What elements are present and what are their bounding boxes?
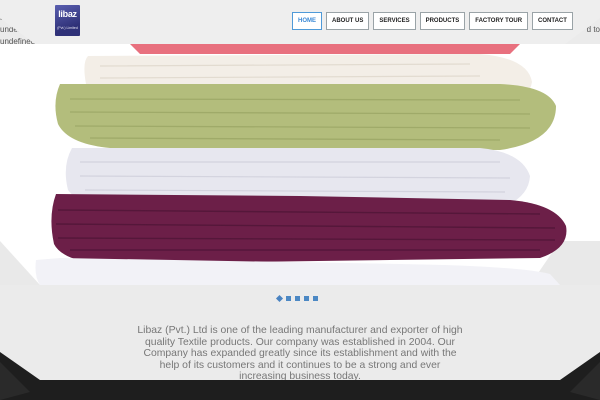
blanket-stack-image xyxy=(0,44,600,285)
site-header: libaz (Pvt.) Limited HOME ABOUT US SERVI… xyxy=(0,0,600,44)
slider-dot[interactable] xyxy=(275,294,284,303)
libaz-logo[interactable]: libaz (Pvt.) Limited xyxy=(55,5,80,36)
nav-services[interactable]: SERVICES xyxy=(373,12,416,30)
slider-dot[interactable] xyxy=(313,296,318,301)
slider-dot[interactable] xyxy=(286,296,291,301)
nav-home[interactable]: HOME xyxy=(292,12,322,30)
dark-footer-band xyxy=(0,352,600,400)
slider-dot[interactable] xyxy=(295,296,300,301)
logo-name: libaz xyxy=(58,9,77,19)
slider-pagination xyxy=(275,294,318,303)
nav-about-us[interactable]: ABOUT US xyxy=(326,12,370,30)
main-nav: HOME ABOUT US SERVICES PRODUCTS FACTORY … xyxy=(292,12,573,30)
nav-factory-tour[interactable]: FACTORY TOUR xyxy=(469,12,529,30)
nav-products[interactable]: PRODUCTS xyxy=(419,12,466,30)
hero-slider[interactable] xyxy=(0,44,600,285)
logo-tagline: (Pvt.) Limited xyxy=(57,26,78,30)
nav-contact[interactable]: CONTACT xyxy=(532,12,573,30)
slider-dot[interactable] xyxy=(304,296,309,301)
